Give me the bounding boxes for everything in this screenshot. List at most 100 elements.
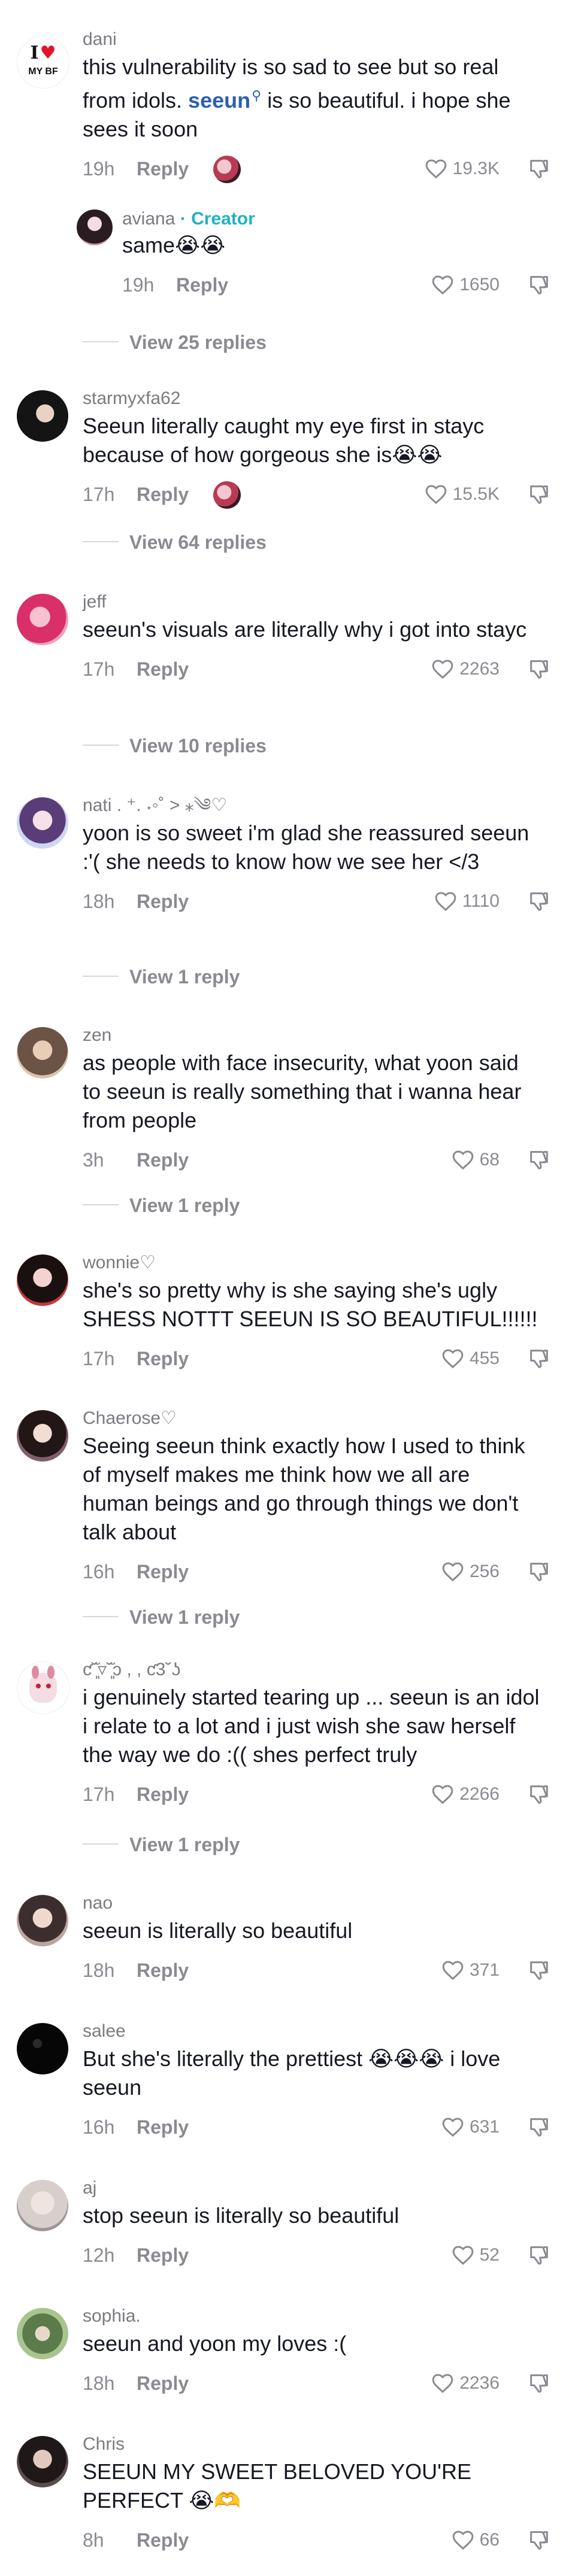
creator-liked-avatar-icon: [213, 481, 241, 509]
reply-button[interactable]: Reply: [137, 2116, 189, 2138]
view-replies-button[interactable]: View 1 reply: [83, 1596, 442, 1638]
dislike-icon[interactable]: [527, 1958, 551, 1982]
comment-time: 16h: [83, 1561, 115, 1582]
comment-username[interactable]: nao: [83, 1891, 558, 1915]
view-replies-button[interactable]: View 64 replies: [83, 521, 442, 563]
search-icon[interactable]: ⚲: [252, 88, 261, 103]
dislike-icon[interactable]: [527, 273, 551, 297]
like-button[interactable]: 52: [451, 2243, 500, 2267]
avatar[interactable]: [17, 797, 68, 849]
reply-button[interactable]: Reply: [137, 1784, 189, 1806]
avatar[interactable]: [17, 390, 68, 442]
dislike-icon[interactable]: [527, 1560, 551, 1584]
avatar[interactable]: [17, 1027, 68, 1079]
dislike-icon[interactable]: [527, 2243, 551, 2267]
reply-button[interactable]: Reply: [137, 2244, 189, 2267]
view-replies-button[interactable]: View 25 replies: [83, 321, 442, 363]
comment-time: 17h: [83, 484, 115, 505]
reply-button[interactable]: Reply: [137, 891, 189, 913]
like-count: 1650: [459, 275, 500, 294]
like-button[interactable]: 1650: [431, 273, 500, 297]
dislike-icon[interactable]: [527, 2371, 551, 2395]
reply-meta: 19h Reply 1650: [122, 266, 558, 302]
reply-button[interactable]: Reply: [137, 658, 189, 681]
reply-time: 19h: [122, 274, 155, 296]
comment-username[interactable]: zen: [83, 1023, 558, 1047]
view-replies-button[interactable]: View 10 replies: [83, 724, 442, 766]
comment-username[interactable]: Chris: [83, 2432, 558, 2456]
comment-meta: 16h Reply 631: [83, 2108, 558, 2144]
avatar[interactable]: [17, 1254, 68, 1306]
like-button[interactable]: 66: [451, 2528, 500, 2552]
like-count: 631: [469, 2117, 500, 2137]
creator-badge: · Creator: [180, 209, 255, 229]
like-button[interactable]: 2263: [431, 657, 500, 681]
avatar[interactable]: [17, 2308, 68, 2359]
reply-button[interactable]: Reply: [137, 1561, 189, 1583]
reply-username[interactable]: aviana · Creator: [122, 207, 558, 231]
avatar[interactable]: [17, 1661, 69, 1714]
comment-username[interactable]: salee: [83, 2019, 558, 2043]
avatar[interactable]: [77, 209, 113, 245]
like-button[interactable]: 455: [441, 1347, 500, 1371]
dislike-icon[interactable]: [527, 1347, 551, 1371]
mention-link[interactable]: seeun: [188, 88, 250, 113]
reply-button[interactable]: Reply: [137, 484, 189, 506]
comment-username[interactable]: wonnie♡: [83, 1251, 558, 1275]
reply-button[interactable]: Reply: [137, 2529, 189, 2551]
comment-username[interactable]: nati . ⁺. ˖◦˚ ˃ ⁎༄♡: [83, 794, 558, 818]
dislike-icon[interactable]: [527, 1782, 551, 1806]
heart-outline-icon: [452, 2531, 473, 2550]
dislike-icon[interactable]: [527, 889, 551, 913]
avatar[interactable]: [17, 1895, 68, 1946]
avatar[interactable]: [17, 2023, 68, 2074]
like-button[interactable]: 2236: [431, 2371, 500, 2395]
comment-meta: 17h Reply 15.5K: [83, 475, 558, 511]
comment-meta: 16h Reply 256: [83, 1553, 558, 1588]
like-button[interactable]: 15.5K: [424, 482, 500, 506]
like-button[interactable]: 371: [441, 1958, 500, 1982]
comment-username[interactable]: Chaerose♡: [83, 1407, 558, 1430]
avatar[interactable]: [17, 594, 68, 645]
comment-username[interactable]: starmyxfa62: [83, 387, 558, 411]
reply-button[interactable]: Reply: [137, 1348, 189, 1370]
avatar[interactable]: [17, 2180, 68, 2231]
comment-username[interactable]: dani: [83, 28, 558, 51]
like-button[interactable]: 256: [441, 1560, 500, 1584]
divider: [83, 1843, 119, 1845]
comment: sophia. seeun and yoon my loves :( 18h R…: [0, 2304, 575, 2400]
like-button[interactable]: 1110: [434, 889, 500, 913]
reply-button[interactable]: Reply: [176, 274, 228, 296]
like-count: 2236: [459, 2373, 500, 2393]
reply-button[interactable]: Reply: [137, 158, 189, 180]
like-button[interactable]: 68: [451, 1148, 500, 1172]
dislike-icon[interactable]: [527, 2115, 551, 2139]
dislike-icon[interactable]: [527, 157, 551, 181]
avatar[interactable]: [17, 2436, 68, 2487]
comment-username[interactable]: sophia.: [83, 2304, 558, 2328]
comment: jeff seeun's visuals are literally why i…: [0, 590, 575, 686]
dislike-icon[interactable]: [527, 482, 551, 506]
view-replies-button[interactable]: View 1 reply: [83, 955, 442, 997]
reply-button[interactable]: Reply: [137, 1149, 189, 1171]
view-replies-button[interactable]: View 1 reply: [83, 1184, 442, 1226]
divider: [83, 1616, 119, 1617]
comment-username[interactable]: aj: [83, 2176, 558, 2200]
dislike-icon[interactable]: [527, 2528, 551, 2552]
comment-username[interactable]: ƈ˘͈̆▿˘͈̆ɔ , , ƈ3˘ʖ: [83, 1658, 558, 1682]
heart-outline-icon: [452, 2246, 473, 2265]
heart-outline-icon: [425, 485, 446, 505]
reply-button[interactable]: Reply: [137, 1960, 189, 1982]
like-button[interactable]: 19.3K: [424, 157, 500, 181]
comment-meta: 19h Reply 19.3K: [83, 150, 558, 186]
like-button[interactable]: 631: [441, 2115, 500, 2139]
reply-button[interactable]: Reply: [137, 2373, 189, 2395]
heart-outline-icon: [432, 275, 453, 295]
dislike-icon[interactable]: [527, 1148, 551, 1172]
avatar[interactable]: I♥ MY BF: [17, 36, 69, 89]
avatar[interactable]: [17, 1410, 68, 1462]
like-button[interactable]: 2266: [431, 1782, 500, 1806]
view-replies-button[interactable]: View 1 reply: [83, 1823, 442, 1865]
comment-username[interactable]: jeff: [83, 590, 558, 614]
dislike-icon[interactable]: [527, 657, 551, 681]
